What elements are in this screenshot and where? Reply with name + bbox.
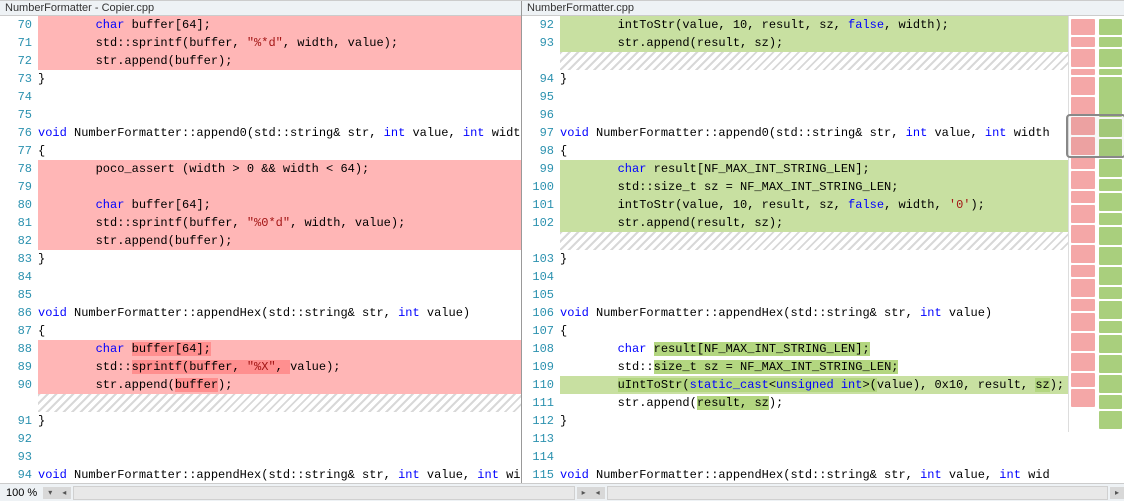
diff-pane-left: NumberFormatter - Copier.cpp 70717273747…	[0, 1, 522, 483]
code-line[interactable]: {	[560, 142, 1068, 160]
code-line[interactable]: std::size_t sz = NF_MAX_INT_STRING_LEN;	[560, 358, 1068, 376]
lines-right[interactable]: intToStr(value, 10, result, sz, false, w…	[560, 16, 1068, 483]
status-bar: 100 % ▾ ◂ ▸ ◂ ▸	[0, 483, 1124, 501]
code-line[interactable]	[38, 178, 521, 196]
code-line[interactable]	[38, 448, 521, 466]
code-line[interactable]: str.append(buffer);	[38, 52, 521, 70]
code-line[interactable]: char buffer[64];	[38, 340, 521, 358]
code-line[interactable]: {	[38, 142, 521, 160]
code-line[interactable]: std::sprintf(buffer, "%X", value);	[38, 358, 521, 376]
code-line[interactable]: poco_assert (width > 0 && width < 64);	[38, 160, 521, 178]
hscroll-left-arrow[interactable]: ◂	[57, 487, 71, 499]
code-line[interactable]	[38, 88, 521, 106]
code-line[interactable]: char result[NF_MAX_INT_STRING_LEN];	[560, 340, 1068, 358]
code-line[interactable]: }	[560, 70, 1068, 88]
code-line[interactable]: }	[38, 70, 521, 88]
code-line[interactable]: }	[38, 412, 521, 430]
code-line[interactable]	[38, 268, 521, 286]
code-line[interactable]	[560, 286, 1068, 304]
code-line[interactable]: void NumberFormatter::appendHex(std::str…	[560, 466, 1068, 483]
code-line[interactable]: void NumberFormatter::append0(std::strin…	[560, 124, 1068, 142]
code-line[interactable]: }	[560, 250, 1068, 268]
overview-col-right[interactable]	[1099, 19, 1123, 429]
code-area-left[interactable]: 7071727374757677787980818283848586878889…	[0, 16, 521, 483]
diff-pane-right: NumberFormatter.cpp 9293 949596979899100…	[522, 1, 1124, 483]
hscroll-right-left-arrow[interactable]: ◂	[591, 487, 605, 499]
code-line[interactable]: }	[560, 412, 1068, 430]
code-line[interactable]: str.append(result, sz);	[560, 34, 1068, 52]
code-line[interactable]	[560, 106, 1068, 124]
overview-map[interactable]	[1068, 16, 1124, 483]
code-line[interactable]: char result[NF_MAX_INT_STRING_LEN];	[560, 160, 1068, 178]
code-line[interactable]: uIntToStr(static_cast<unsigned int>(valu…	[560, 376, 1068, 394]
code-line[interactable]: {	[560, 322, 1068, 340]
code-line[interactable]	[560, 88, 1068, 106]
gutter-left: 7071727374757677787980818283848586878889…	[0, 16, 38, 483]
code-area-right[interactable]: 9293 949596979899100101102 1031041051061…	[522, 16, 1124, 483]
gutter-right: 9293 949596979899100101102 1031041051061…	[522, 16, 560, 483]
code-line[interactable]: void NumberFormatter::appendHex(std::str…	[38, 466, 521, 483]
pane-title-right: NumberFormatter.cpp	[522, 1, 1124, 16]
code-line[interactable]	[38, 106, 521, 124]
hscroll-right-track[interactable]	[607, 486, 1108, 500]
lines-left[interactable]: char buffer[64]; std::sprintf(buffer, "%…	[38, 16, 521, 483]
code-line[interactable]	[560, 448, 1068, 466]
hscroll-right-right-arrow[interactable]: ▸	[1110, 487, 1124, 499]
code-line[interactable]: void NumberFormatter::appendHex(std::str…	[560, 304, 1068, 322]
code-line[interactable]	[560, 268, 1068, 286]
hscroll-left-right-arrow[interactable]: ▸	[577, 487, 591, 499]
zoom-dropdown-icon[interactable]: ▾	[43, 487, 57, 499]
code-line[interactable]: void NumberFormatter::appendHex(std::str…	[38, 304, 521, 322]
code-line[interactable]: str.append(result, sz);	[560, 394, 1068, 412]
code-line[interactable]: char buffer[64];	[38, 196, 521, 214]
code-line[interactable]: {	[38, 322, 521, 340]
overview-col-left[interactable]	[1071, 19, 1095, 429]
code-line[interactable]: intToStr(value, 10, result, sz, false, w…	[560, 196, 1068, 214]
overview-viewport-indicator[interactable]	[1066, 114, 1124, 158]
code-line[interactable]: std::sprintf(buffer, "%0*d", width, valu…	[38, 214, 521, 232]
code-line[interactable]: std::sprintf(buffer, "%*d", width, value…	[38, 34, 521, 52]
pane-title-left: NumberFormatter - Copier.cpp	[0, 1, 521, 16]
code-line[interactable]: intToStr(value, 10, result, sz, false, w…	[560, 16, 1068, 34]
code-line[interactable]: str.append(result, sz);	[560, 214, 1068, 232]
hscroll-left-track[interactable]	[73, 486, 574, 500]
code-line[interactable]: void NumberFormatter::append0(std::strin…	[38, 124, 521, 142]
code-line[interactable]: char buffer[64];	[38, 16, 521, 34]
code-line[interactable]: std::size_t sz = NF_MAX_INT_STRING_LEN;	[560, 178, 1068, 196]
code-line[interactable]: }	[38, 250, 521, 268]
zoom-level[interactable]: 100 %	[0, 487, 43, 499]
code-line[interactable]	[560, 430, 1068, 448]
code-line[interactable]: str.append(buffer);	[38, 376, 521, 394]
code-line[interactable]	[38, 430, 521, 448]
code-line[interactable]	[38, 286, 521, 304]
code-line[interactable]: str.append(buffer);	[38, 232, 521, 250]
